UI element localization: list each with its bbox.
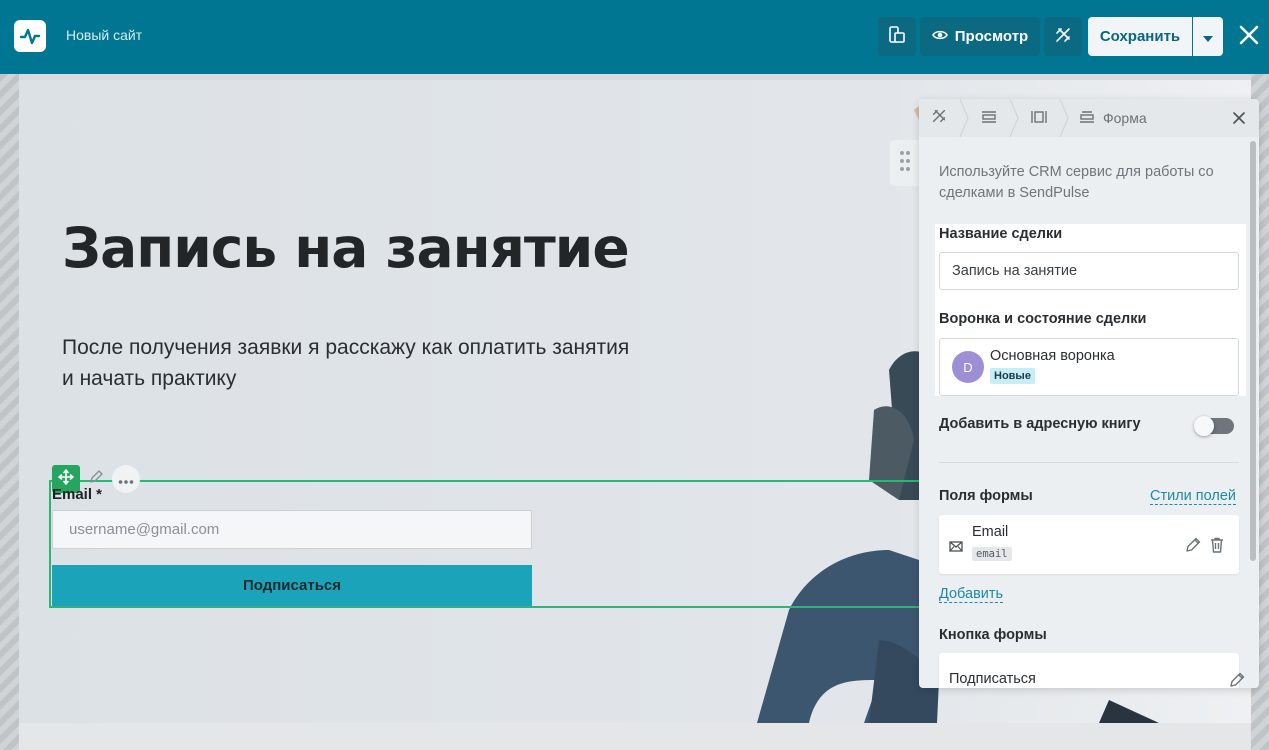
address-book-label: Добавить в адресную книгу: [939, 416, 1141, 432]
breadcrumb-separator: [1009, 99, 1019, 137]
close-editor-button[interactable]: [1234, 22, 1264, 52]
save-button[interactable]: Сохранить: [1088, 17, 1192, 56]
more-icon: [118, 470, 134, 489]
panel-breadcrumb: Форма: [919, 99, 1259, 137]
preview-button[interactable]: Просмотр: [920, 17, 1040, 56]
hero-subtitle[interactable]: После получения заявки я расскажу как оп…: [62, 332, 642, 394]
add-field-link[interactable]: Добавить: [939, 586, 1004, 603]
panel-scrollbar[interactable]: [1250, 141, 1256, 561]
design-tools-icon: [1053, 25, 1073, 49]
status-badge: Новые: [990, 368, 1035, 384]
form-fields-label: Поля формы: [939, 488, 1033, 504]
save-options-button[interactable]: [1193, 17, 1223, 56]
breadcrumb-separator: [1059, 99, 1069, 137]
close-icon: [1233, 109, 1245, 128]
avatar: D: [952, 351, 984, 383]
field-name: Email: [972, 524, 1009, 540]
form-button-label: Кнопка формы: [939, 627, 1047, 643]
top-bar: Новый сайт Просмотр Сохранить: [0, 0, 1269, 74]
crm-description: Используйте CRM сервис для работы со сде…: [939, 164, 1214, 201]
settings-panel: Форма Используйте CRM сервис для работы …: [919, 99, 1259, 688]
breadcrumb-section[interactable]: [969, 99, 1009, 137]
form-field-item[interactable]: Email email: [939, 515, 1239, 574]
pencil-icon[interactable]: [1184, 536, 1202, 554]
divider: [939, 462, 1239, 463]
panel-body: Используйте CRM сервис для работы со сде…: [919, 137, 1259, 688]
more-options-button[interactable]: [112, 465, 140, 493]
device-preview-button[interactable]: [878, 17, 916, 56]
hero-title[interactable]: Запись на занятие: [62, 216, 630, 280]
rows-icon: [981, 109, 997, 128]
breadcrumb-separator: [959, 99, 969, 137]
breadcrumb-design[interactable]: [919, 99, 959, 137]
caret-down-icon: [1203, 27, 1213, 46]
columns-icon: [1031, 109, 1047, 128]
form-button-item[interactable]: Подписаться: [939, 653, 1245, 688]
deal-name-input[interactable]: Запись на занятие: [939, 252, 1239, 290]
preview-label: Просмотр: [954, 28, 1029, 45]
deal-name-label: Название сделки: [939, 226, 1063, 242]
eye-icon: [931, 27, 948, 47]
breadcrumb-form[interactable]: Форма: [1069, 99, 1147, 137]
pulse-logo-icon[interactable]: [14, 20, 46, 52]
canvas-bottom-strip: [19, 723, 1251, 750]
funnel-label: Воронка и состояние сделки: [939, 311, 1147, 327]
drag-handle-icon: [899, 150, 911, 176]
site-name[interactable]: Новый сайт: [66, 27, 142, 43]
form-icon: [1079, 109, 1095, 128]
subscribe-button[interactable]: Подписаться: [52, 565, 532, 606]
mobile-desktop-icon: [887, 25, 907, 49]
field-styles-link[interactable]: Стили полей: [1150, 488, 1237, 505]
close-panel-button[interactable]: [1229, 108, 1249, 128]
address-book-toggle[interactable]: [1194, 416, 1234, 436]
design-settings-button[interactable]: [1044, 17, 1082, 56]
email-input[interactable]: username@gmail.com: [52, 510, 532, 549]
funnel-select[interactable]: D Основная воронка Новые: [939, 338, 1239, 396]
toggle-knob: [1194, 416, 1214, 436]
email-field-label: Email *: [52, 486, 103, 503]
close-icon: [1239, 25, 1259, 49]
design-tools-icon: [930, 107, 948, 129]
trash-icon[interactable]: [1208, 536, 1226, 554]
mail-icon: [949, 538, 963, 552]
panel-drag-handle[interactable]: [890, 140, 920, 186]
field-tag: email: [972, 547, 1012, 561]
button-text: Подписаться: [949, 671, 1036, 687]
breadcrumb-column[interactable]: [1019, 99, 1059, 137]
pencil-icon[interactable]: [1228, 671, 1246, 688]
funnel-name: Основная воронка: [990, 348, 1115, 364]
breadcrumb-form-label: Форма: [1103, 110, 1147, 126]
